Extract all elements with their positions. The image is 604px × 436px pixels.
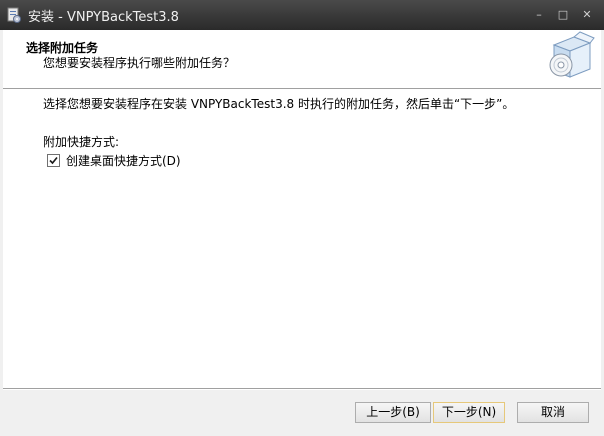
installer-window: 安装 - VNPYBackTest3.8 – □ ✕ 选择附加任务 您想要安装程… bbox=[0, 0, 604, 436]
maximize-button[interactable]: □ bbox=[555, 7, 571, 23]
next-button[interactable]: 下一步(N) bbox=[433, 402, 505, 423]
title-bar[interactable]: 安装 - VNPYBackTest3.8 – □ ✕ bbox=[0, 0, 604, 30]
task-content: 选择您想要安装程序在安装 VNPYBackTest3.8 时执行的附加任务，然后… bbox=[3, 90, 601, 388]
checkmark-icon bbox=[49, 156, 58, 164]
back-button[interactable]: 上一步(B) bbox=[355, 402, 431, 423]
setup-box-cd-icon bbox=[544, 31, 596, 83]
shortcut-group-label: 附加快捷方式: bbox=[43, 135, 120, 149]
wizard-header: 选择附加任务 您想要安装程序执行哪些附加任务？ bbox=[3, 30, 601, 88]
close-button[interactable]: ✕ bbox=[579, 7, 595, 23]
desktop-shortcut-option[interactable]: 创建桌面快捷方式(D) bbox=[47, 152, 181, 168]
window-title: 安装 - VNPYBackTest3.8 bbox=[28, 10, 179, 25]
installer-app-icon bbox=[6, 7, 22, 23]
page-subtitle: 您想要安装程序执行哪些附加任务？ bbox=[43, 56, 236, 70]
minimize-button[interactable]: – bbox=[531, 7, 547, 23]
cancel-button[interactable]: 取消 bbox=[517, 402, 589, 423]
desktop-shortcut-checkbox[interactable] bbox=[47, 153, 60, 167]
task-description: 选择您想要安装程序在安装 VNPYBackTest3.8 时执行的附加任务，然后… bbox=[43, 97, 515, 111]
desktop-shortcut-label[interactable]: 创建桌面快捷方式(D) bbox=[66, 152, 181, 169]
footer-divider bbox=[3, 388, 601, 390]
